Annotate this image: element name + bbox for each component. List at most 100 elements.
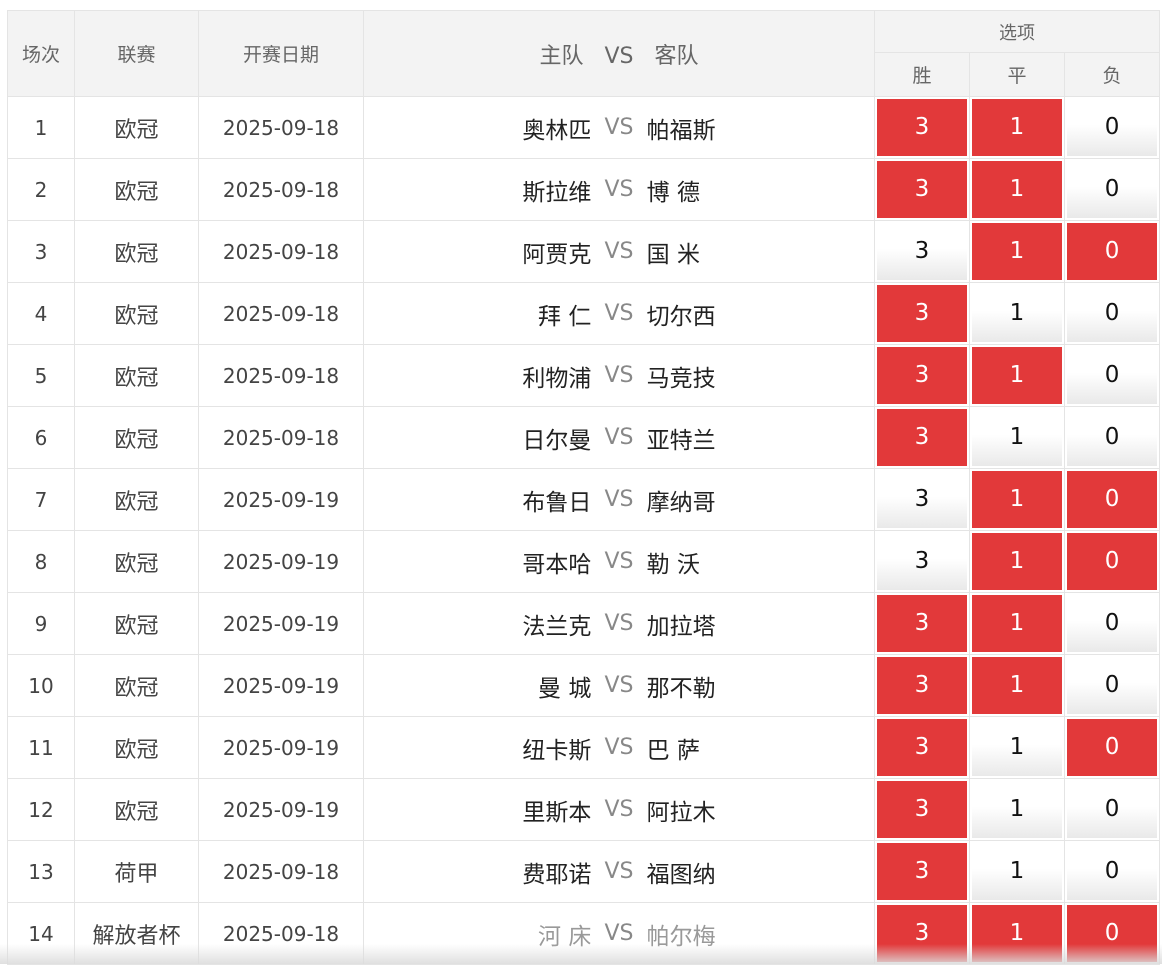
home-team: 拜 仁 — [538, 303, 592, 330]
row-match: 奥林匹 VS 帕福斯 — [363, 96, 875, 159]
row-league: 欧冠 — [74, 654, 199, 717]
home-team: 奥林匹 — [522, 117, 592, 144]
option-win-button[interactable]: 3 — [877, 347, 967, 404]
option-lose-button[interactable]: 0 — [1067, 595, 1158, 652]
row-index: 12 — [7, 778, 75, 841]
option-lose-button[interactable]: 0 — [1067, 843, 1158, 900]
option-lose-button[interactable]: 0 — [1067, 533, 1158, 590]
option-lose-button[interactable]: 0 — [1067, 347, 1158, 404]
row-date: 2025-09-19 — [198, 530, 364, 593]
home-team: 纽卡斯 — [522, 737, 592, 764]
vs-label: VS — [604, 177, 634, 202]
home-team: 斯拉维 — [522, 179, 592, 206]
option-win-button[interactable]: 3 — [877, 409, 967, 466]
away-team: 马竞技 — [646, 365, 716, 392]
betting-table: 场次 联赛 开赛日期 主队 VS 客队 选项 胜 平 负 1 欧冠 2025-09-… — [7, 10, 1161, 965]
option-win-button[interactable]: 3 — [877, 161, 967, 218]
row-league: 欧冠 — [74, 468, 199, 531]
table-row: 1 欧冠 2025-09-18 奥林匹 VS 帕福斯 3 1 0 — [7, 96, 1161, 159]
header-away: 客队 — [654, 43, 699, 69]
option-lose-button[interactable]: 0 — [1067, 471, 1158, 528]
table-row: 3 欧冠 2025-09-18 阿贾克 VS 国 米310 — [7, 220, 1161, 283]
away-team: 亚特兰 — [646, 427, 716, 454]
row-date: 2025-09-18 — [198, 220, 364, 283]
row-match: 利物浦 VS 马竞技 — [363, 344, 875, 407]
option-draw-button[interactable]: 1 — [972, 409, 1062, 466]
option-draw-button[interactable]: 1 — [972, 533, 1062, 590]
home-team: 里斯本 — [522, 799, 592, 826]
header-lose: 负 — [1063, 52, 1161, 97]
vs-label: VS — [604, 797, 634, 822]
option-win-button[interactable]: 3 — [877, 781, 967, 838]
option-draw-button[interactable]: 1 — [972, 719, 1062, 776]
option-win-button[interactable]: 3 — [877, 99, 967, 156]
row-match: 阿贾克 VS 国 米 — [363, 220, 875, 283]
option-lose-button[interactable]: 0 — [1067, 285, 1158, 342]
home-team: 曼 城 — [538, 675, 592, 702]
option-lose-button[interactable]: 0 — [1067, 719, 1158, 776]
option-draw-button[interactable]: 1 — [972, 99, 1062, 156]
option-win-button[interactable]: 3 — [877, 533, 967, 590]
option-draw-button[interactable]: 1 — [972, 781, 1062, 838]
row-date: 2025-09-18 — [198, 840, 364, 903]
option-lose-button[interactable]: 0 — [1067, 657, 1158, 714]
home-team: 日尔曼 — [522, 427, 592, 454]
row-date: 2025-09-18 — [198, 902, 364, 965]
row-index: 9 — [7, 592, 75, 655]
row-match: 费耶诺 VS 福图纳 — [363, 840, 875, 903]
vs-label: VS — [604, 363, 634, 388]
option-draw-button[interactable]: 1 — [972, 471, 1062, 528]
row-match: 布鲁日 VS 摩纳哥 — [363, 468, 875, 531]
option-draw-button[interactable]: 1 — [972, 905, 1062, 962]
header-vs: VS — [604, 43, 634, 69]
home-team: 法兰克 — [522, 613, 592, 640]
vs-label: VS — [604, 425, 634, 450]
option-lose-button[interactable]: 0 — [1067, 781, 1158, 838]
row-match: 拜 仁 VS 切尔西 — [363, 282, 875, 345]
option-draw-button[interactable]: 1 — [972, 347, 1062, 404]
option-lose-button[interactable]: 0 — [1067, 99, 1158, 156]
row-index: 7 — [7, 468, 75, 531]
row-index: 5 — [7, 344, 75, 407]
row-index: 14 — [7, 902, 75, 965]
option-lose-button[interactable]: 0 — [1067, 409, 1158, 466]
home-team: 哥本哈 — [522, 551, 592, 578]
option-win-button[interactable]: 3 — [877, 657, 967, 714]
row-date: 2025-09-18 — [198, 158, 364, 221]
option-lose-button[interactable]: 0 — [1067, 223, 1158, 280]
option-draw-button[interactable]: 1 — [972, 843, 1062, 900]
option-draw-button[interactable]: 1 — [972, 595, 1062, 652]
header-match: 主队 VS 客队 — [363, 10, 875, 97]
option-draw-button[interactable]: 1 — [972, 161, 1062, 218]
row-index: 8 — [7, 530, 75, 593]
header-index: 场次 — [7, 10, 75, 97]
vs-label: VS — [604, 549, 634, 574]
row-index: 11 — [7, 716, 75, 779]
option-win-button[interactable]: 3 — [877, 223, 967, 280]
option-draw-button[interactable]: 1 — [972, 657, 1062, 714]
header-options: 选项 — [873, 10, 1161, 53]
row-date: 2025-09-19 — [198, 778, 364, 841]
option-draw-button[interactable]: 1 — [972, 223, 1062, 280]
vs-label: VS — [604, 301, 634, 326]
option-draw-button[interactable]: 1 — [972, 285, 1062, 342]
option-win-button[interactable]: 3 — [877, 719, 967, 776]
option-win-button[interactable]: 3 — [877, 595, 967, 652]
vs-label: VS — [604, 673, 634, 698]
table-header: 场次 联赛 开赛日期 主队 VS 客队 选项 胜 平 负 — [7, 10, 1161, 97]
header-home: 主队 — [539, 43, 584, 69]
option-lose-button[interactable]: 0 — [1067, 905, 1158, 962]
option-win-button[interactable]: 3 — [877, 905, 967, 962]
vs-label: VS — [604, 921, 634, 946]
away-team: 加拉塔 — [646, 613, 716, 640]
row-match: 纽卡斯 VS 巴 萨 — [363, 716, 875, 779]
option-win-button[interactable]: 3 — [877, 285, 967, 342]
away-team: 博 德 — [646, 179, 700, 206]
home-team: 河 床 — [538, 923, 592, 950]
vs-label: VS — [604, 115, 634, 140]
option-win-button[interactable]: 3 — [877, 471, 967, 528]
option-lose-button[interactable]: 0 — [1067, 161, 1158, 218]
option-win-button[interactable]: 3 — [877, 843, 967, 900]
away-team: 阿拉木 — [646, 799, 716, 826]
row-league: 欧冠 — [74, 158, 199, 221]
